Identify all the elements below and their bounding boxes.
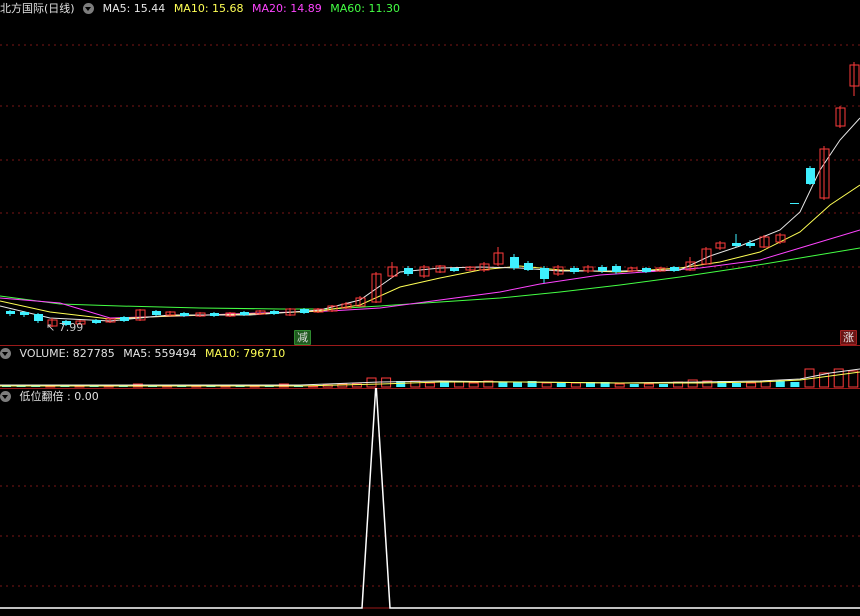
dropdown-icon[interactable] [83, 2, 95, 14]
kline-pane[interactable]: 北方国际(日线) MA5: 15.44 MA10: 15.68 MA20: 14… [0, 0, 860, 345]
candle-body-down [598, 267, 607, 271]
ma10-line [0, 184, 860, 320]
volume-bar-down [659, 384, 668, 387]
volume-bar-up [424, 382, 435, 388]
kline-chart[interactable] [0, 0, 860, 345]
volume-bar-down [775, 381, 785, 387]
candle-body-down [612, 266, 621, 272]
ma5-readout: MA5: 15.44 [102, 2, 166, 15]
ma60-readout: MA60: 11.30 [330, 2, 400, 15]
volume-bar-up [541, 382, 552, 388]
stock-title[interactable]: 北方国际(日线) [0, 2, 75, 15]
volume-ma5-readout: MA5: 559494 [123, 347, 197, 360]
indicator-header: 低位翻倍 : 0.00 [0, 388, 104, 406]
volume-bar-up [614, 383, 625, 388]
candle-body-down [152, 311, 161, 315]
low-price-label: ↖ 7.99 [46, 321, 84, 334]
indicator-signal-line [0, 388, 860, 609]
volume-bar-up [746, 382, 757, 388]
candle-body-down [240, 312, 249, 315]
volume-bar-up [454, 381, 465, 388]
candle-body-down [180, 313, 189, 316]
indicator-chart[interactable] [0, 388, 860, 616]
dropdown-icon[interactable] [0, 347, 11, 359]
ma20-line [0, 229, 860, 319]
candle-body-down [806, 168, 815, 184]
ma60-line [0, 247, 860, 310]
candle-body-down [642, 268, 651, 272]
ma20-readout: MA20: 14.89 [252, 2, 322, 15]
volume-bar-up [381, 377, 392, 388]
candle-body-down [540, 268, 549, 279]
volume-bar-down [629, 384, 639, 387]
volume-bar-up [687, 379, 698, 388]
kline-grid [0, 44, 860, 268]
candle-body-down [20, 312, 29, 315]
candle-body-down [450, 268, 459, 271]
volume-ma10-readout: MA10: 796710 [204, 347, 286, 360]
indicator-readout: 低位翻倍 : 0.00 [19, 390, 99, 403]
volume-pane[interactable]: VOLUME: 827785 MA5: 559494 MA10: 796710 [0, 345, 860, 388]
rise-tag[interactable]: 涨 [840, 330, 857, 345]
indicator-pane[interactable]: 低位翻倍 : 0.00 [0, 388, 860, 616]
volume-bar-up [570, 382, 581, 388]
volume-bar-up [643, 383, 654, 388]
candle-body-down [510, 257, 519, 268]
ma10-readout: MA10: 15.68 [173, 2, 244, 15]
volume-bar-down [498, 382, 508, 387]
volume-bar-up [468, 382, 479, 388]
candle-body-down [404, 268, 413, 274]
candle-body-down [746, 243, 755, 246]
reduce-tag[interactable]: 减 [294, 330, 311, 345]
ma5-line [0, 117, 860, 322]
volume-bar-down [513, 382, 522, 387]
candle-body-down [34, 314, 43, 321]
kline-header: 北方国际(日线) MA5: 15.44 MA10: 15.68 MA20: 14… [0, 0, 405, 18]
candle-body-down [210, 313, 219, 316]
volume-bar-down [556, 383, 566, 387]
volume-header: VOLUME: 827785 MA5: 559494 MA10: 796710 [0, 345, 290, 363]
candle-body-down [670, 267, 679, 271]
volume-bar-down [440, 382, 449, 387]
candle-body-down [570, 268, 579, 272]
candle-body-down [524, 263, 533, 270]
candle-body-down [270, 311, 279, 314]
candle-body-down [120, 317, 129, 321]
indicator-grid [0, 435, 860, 587]
candle-body-down [732, 243, 741, 246]
candle-body-down [6, 311, 15, 314]
candle-body-down [92, 320, 101, 323]
dropdown-icon[interactable] [0, 390, 11, 402]
volume-bar-down [732, 383, 741, 387]
volume-bar-down [790, 382, 800, 387]
volume-readout: VOLUME: 827785 [19, 347, 115, 360]
candle-body-down [300, 309, 309, 313]
volume-ma10-line [0, 371, 860, 387]
candle-body-down [790, 203, 799, 204]
